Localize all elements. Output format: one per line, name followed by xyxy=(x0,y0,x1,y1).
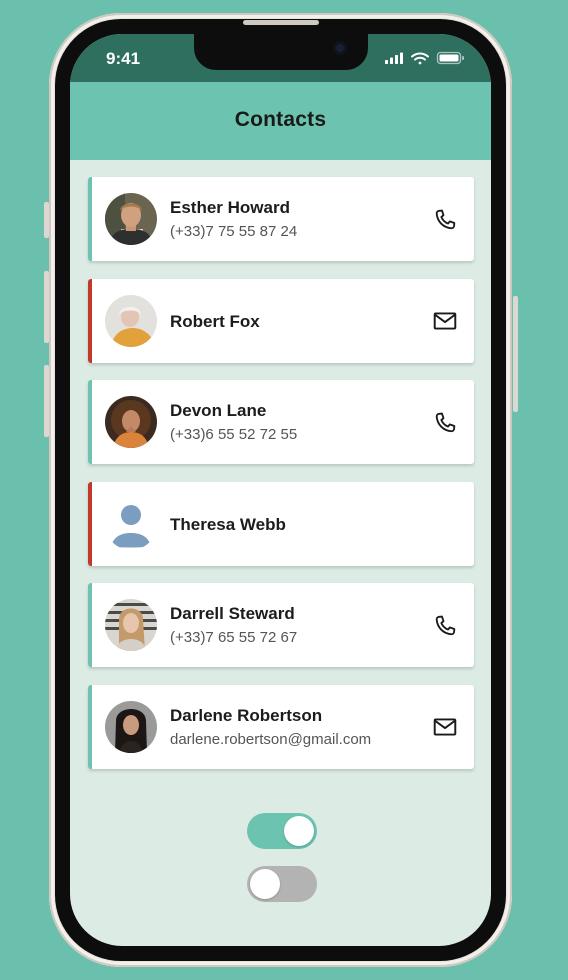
contact-name: Darlene Robertson xyxy=(170,706,323,725)
notch xyxy=(194,34,368,70)
card-accent xyxy=(88,279,92,363)
speaker-slit xyxy=(243,20,319,25)
contact-card-darlene-robertson[interactable]: Darlene Robertson darlene.robertson@gmai… xyxy=(88,685,474,769)
card-accent xyxy=(88,583,92,667)
avatar xyxy=(105,701,157,753)
contact-card-robert-fox[interactable]: Robert Fox xyxy=(88,279,474,363)
avatar xyxy=(105,295,157,347)
toggle-knob xyxy=(284,816,314,846)
contact-card-esther-howard[interactable]: Esther Howard (+33)7 75 55 87 24 xyxy=(88,177,474,261)
volume-down-button xyxy=(44,365,49,437)
power-button xyxy=(513,296,518,412)
contact-card-theresa-webb[interactable]: Theresa Webb xyxy=(88,482,474,566)
contact-phone: (+33)7 65 55 72 67 xyxy=(170,629,298,646)
contact-name: Darrell Steward xyxy=(170,604,295,623)
avatar xyxy=(105,599,157,651)
status-time: 9:41 xyxy=(106,49,141,68)
phone-icon[interactable] xyxy=(432,207,458,233)
card-accent xyxy=(88,177,92,261)
screen: 9:41 Contacts Esther Howard (+33)7 75 55… xyxy=(70,34,491,946)
contact-card-darrell-steward[interactable]: Darrell Steward (+33)7 65 55 72 67 xyxy=(88,583,474,667)
contact-phone: (+33)7 75 55 87 24 xyxy=(170,223,298,240)
contact-card-devon-lane[interactable]: Devon Lane (+33)6 55 52 72 55 xyxy=(88,380,474,464)
contact-email: darlene.robertson@gmail.com xyxy=(170,731,372,748)
phone-icon[interactable] xyxy=(432,613,458,639)
contact-name: Devon Lane xyxy=(170,401,267,420)
battery-icon xyxy=(436,51,464,65)
card-accent xyxy=(88,685,92,769)
volume-up-button xyxy=(44,271,49,343)
front-camera xyxy=(333,41,347,55)
app-header: Contacts xyxy=(70,82,491,160)
card-accent xyxy=(88,482,92,566)
toggle-knob xyxy=(250,869,280,899)
toggle-switch-on[interactable] xyxy=(247,813,317,849)
contact-name: Robert Fox xyxy=(170,312,260,331)
mail-icon[interactable] xyxy=(432,714,458,740)
avatar-placeholder-icon xyxy=(105,498,157,550)
contact-name: Esther Howard xyxy=(170,198,290,217)
cellular-signal-icon xyxy=(385,52,403,64)
status-bar: 9:41 xyxy=(70,34,491,82)
status-icons xyxy=(385,51,464,65)
contact-phone: (+33)6 55 52 72 55 xyxy=(170,426,298,443)
contact-name: Theresa Webb xyxy=(170,515,286,534)
mail-icon[interactable] xyxy=(432,308,458,334)
avatar xyxy=(105,193,157,245)
avatar xyxy=(105,396,157,448)
wifi-icon xyxy=(411,52,429,65)
card-accent xyxy=(88,380,92,464)
page-title: Contacts xyxy=(234,108,327,131)
silent-switch xyxy=(44,202,49,238)
phone-icon[interactable] xyxy=(432,410,458,436)
toggle-switch-off[interactable] xyxy=(247,866,317,902)
